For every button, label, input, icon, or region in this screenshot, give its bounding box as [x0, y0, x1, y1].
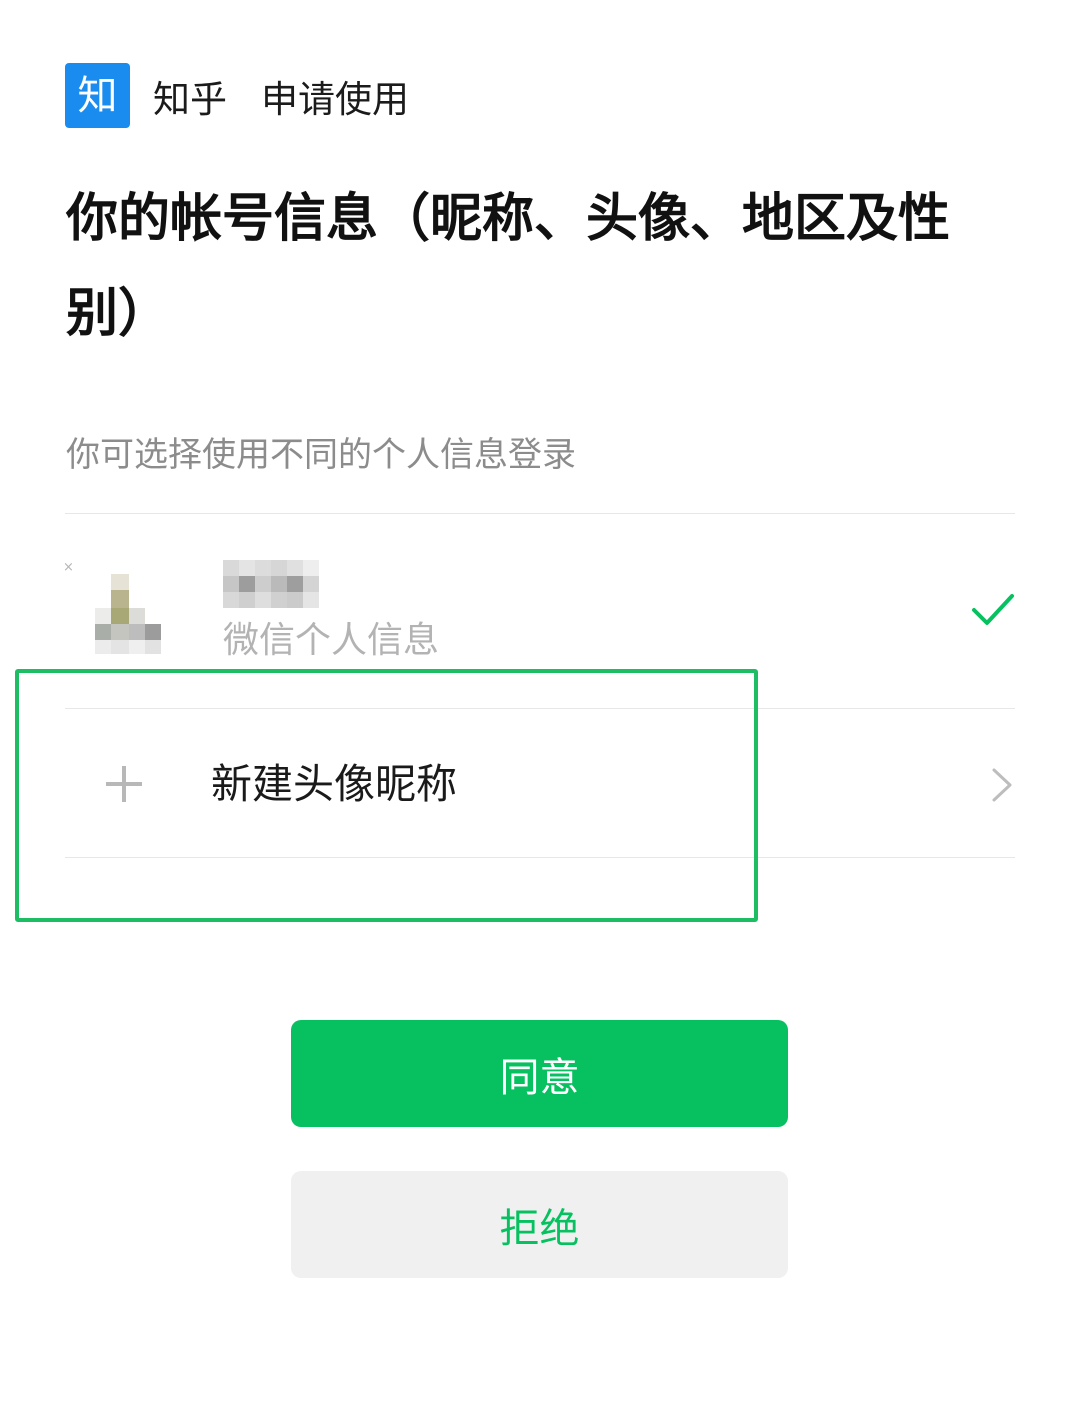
account-label: 微信个人信息: [223, 620, 440, 661]
chevron-right-icon: [992, 768, 1012, 802]
app-name: 知乎: [153, 77, 227, 121]
avatar-close-mark: ×: [63, 560, 74, 575]
header: 知 知乎 申请使用: [65, 63, 409, 128]
nickname-blurred: [223, 560, 319, 608]
request-text: 申请使用: [261, 77, 409, 121]
avatar: [95, 574, 177, 660]
page-title: 你的帐号信息（昵称、头像、地区及性别）: [66, 189, 951, 344]
check-icon: [972, 594, 1014, 625]
highlight-annotation-box: [15, 669, 758, 922]
page-subtitle: 你可选择使用不同的个人信息登录: [66, 435, 576, 475]
reject-button[interactable]: 拒绝: [291, 1171, 788, 1278]
app-logo: 知: [65, 63, 130, 128]
agree-button[interactable]: 同意: [291, 1020, 788, 1127]
